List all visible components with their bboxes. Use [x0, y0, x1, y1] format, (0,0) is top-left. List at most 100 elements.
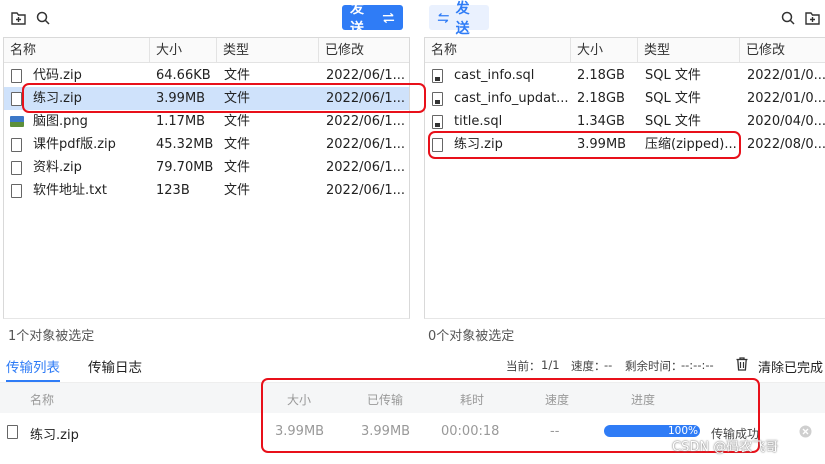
column-elapsed: 耗时 [460, 393, 485, 407]
sql-file-icon [432, 115, 443, 129]
file-modified: 2020/04/0... [747, 114, 825, 129]
file-icon [11, 92, 22, 106]
new-folder-icon[interactable] [9, 9, 27, 27]
transfer-transferred: 3.99MB [361, 424, 411, 439]
remote-table-header: 名称 大小 类型 已修改 [425, 38, 825, 63]
watermark: CSDN @码农飞哥 [672, 440, 779, 455]
active-tab-indicator [6, 380, 60, 382]
column-type[interactable]: 类型 [637, 38, 739, 63]
file-name: 代码.zip [33, 68, 82, 83]
file-icon [432, 138, 443, 152]
send-label: 发送 [350, 0, 364, 37]
transfer-speed: -- [550, 424, 560, 439]
file-type: 文件 [224, 160, 251, 175]
file-size: 79.70MB [156, 160, 214, 175]
file-modified: 2022/06/1... [326, 68, 406, 83]
table-row[interactable]: 软件地址.txt 123B 文件 2022/06/1... [4, 179, 409, 202]
column-type[interactable]: 类型 [216, 38, 318, 63]
table-row[interactable]: cast_info_updat... 2.18GB SQL 文件 2022/01… [425, 87, 825, 110]
file-icon [11, 184, 22, 198]
remaining-label: 剩余时间： [625, 359, 683, 373]
file-name: 软件地址.txt [33, 183, 108, 198]
file-size: 3.99MB [156, 91, 206, 106]
send-to-local-button[interactable]: 发送 [429, 1, 489, 37]
local-table-header: 名称 大小 类型 已修改 [4, 38, 409, 63]
table-row[interactable]: 资料.zip 79.70MB 文件 2022/06/1... [4, 156, 409, 179]
file-modified: 2022/06/1... [326, 183, 406, 198]
table-row[interactable]: 练习.zip 3.99MB 文件 2022/06/1... [4, 87, 409, 110]
file-name: 脑图.png [33, 114, 88, 129]
file-size: 1.34GB [577, 114, 625, 129]
search-icon[interactable] [34, 9, 52, 27]
table-row[interactable]: 脑图.png 1.17MB 文件 2022/06/1... [4, 110, 409, 133]
file-modified: 2022/01/0... [747, 91, 825, 106]
send-label: 发送 [455, 0, 470, 37]
file-type: 文件 [224, 137, 251, 152]
current-value: 1/1 [541, 358, 560, 372]
file-size: 1.17MB [156, 114, 206, 129]
column-modified[interactable]: 已修改 [739, 38, 825, 63]
file-type: 文件 [224, 183, 251, 198]
file-modified: 2022/08/0... [747, 137, 825, 152]
column-name[interactable]: 名称 [425, 38, 570, 63]
sql-file-icon [432, 69, 443, 83]
file-name: 练习.zip [454, 137, 503, 152]
table-row[interactable]: title.sql 1.34GB SQL 文件 2020/04/0... [425, 110, 825, 133]
current-label: 当前： [506, 359, 541, 373]
file-size: 123B [156, 183, 190, 198]
file-name: cast_info.sql [454, 68, 535, 83]
transfer-arrows-icon [382, 12, 395, 23]
file-name: 课件pdf版.zip [33, 137, 116, 152]
file-modified: 2022/06/1... [326, 114, 406, 129]
trash-icon[interactable] [736, 357, 748, 374]
table-row[interactable]: 练习.zip 3.99MB 压缩(zipped)... 2022/08/0... [425, 133, 825, 156]
remote-selection-status: 0个对象被选定 [428, 329, 515, 344]
file-size: 2.18GB [577, 91, 625, 106]
file-type: SQL 文件 [645, 114, 701, 129]
transfer-table-header [0, 383, 825, 413]
remote-file-panel[interactable]: 名称 大小 类型 已修改 cast_info.sql 2.18GB SQL 文件… [424, 37, 825, 319]
file-type: 文件 [224, 68, 251, 83]
tab-transfer-list[interactable]: 传输列表 [6, 356, 60, 376]
column-transferred: 已传输 [367, 393, 404, 407]
file-icon [11, 161, 22, 175]
local-file-panel[interactable]: 名称 大小 类型 已修改 代码.zip 64.66KB 文件 2022/06/1… [3, 37, 410, 319]
search-icon[interactable] [779, 9, 797, 27]
close-circle-icon[interactable] [799, 425, 812, 441]
file-name: 资料.zip [33, 160, 82, 175]
table-row[interactable]: 课件pdf版.zip 45.32MB 文件 2022/06/1... [4, 133, 409, 156]
table-row[interactable]: cast_info.sql 2.18GB SQL 文件 2022/01/0... [425, 64, 825, 87]
clear-completed-button[interactable]: 清除已完成 [758, 357, 823, 376]
file-size: 45.32MB [156, 137, 214, 152]
file-icon [11, 69, 22, 83]
file-icon [7, 425, 18, 439]
send-to-remote-button[interactable]: 发送 [342, 1, 403, 37]
transfer-file-name: 练习.zip [30, 428, 79, 443]
tab-transfer-log[interactable]: 传输日志 [88, 356, 142, 376]
file-name: cast_info_updat... [454, 91, 569, 106]
file-size: 3.99MB [577, 137, 627, 152]
table-row[interactable]: 代码.zip 64.66KB 文件 2022/06/1... [4, 64, 409, 87]
file-type: SQL 文件 [645, 68, 701, 83]
column-size[interactable]: 大小 [570, 38, 637, 63]
file-name: title.sql [454, 114, 503, 129]
image-icon [10, 116, 24, 127]
transfer-elapsed: 00:00:18 [441, 424, 500, 439]
remaining-value: --:--:-- [681, 358, 714, 372]
local-selection-status: 1个对象被选定 [8, 329, 95, 344]
file-modified: 2022/06/1... [326, 160, 406, 175]
column-modified[interactable]: 已修改 [318, 38, 411, 63]
file-type: 压缩(zipped)... [645, 137, 737, 152]
speed-value: -- [604, 358, 613, 372]
file-size: 64.66KB [156, 68, 211, 83]
new-folder-icon[interactable] [803, 9, 821, 27]
sql-file-icon [432, 92, 443, 106]
column-name[interactable]: 名称 [4, 38, 149, 63]
column-size: 大小 [287, 393, 312, 407]
column-size[interactable]: 大小 [149, 38, 216, 63]
file-type: 文件 [224, 91, 251, 106]
file-type: SQL 文件 [645, 91, 701, 106]
file-modified: 2022/01/0... [747, 68, 825, 83]
column-progress: 进度 [631, 393, 656, 407]
file-type: 文件 [224, 114, 251, 129]
